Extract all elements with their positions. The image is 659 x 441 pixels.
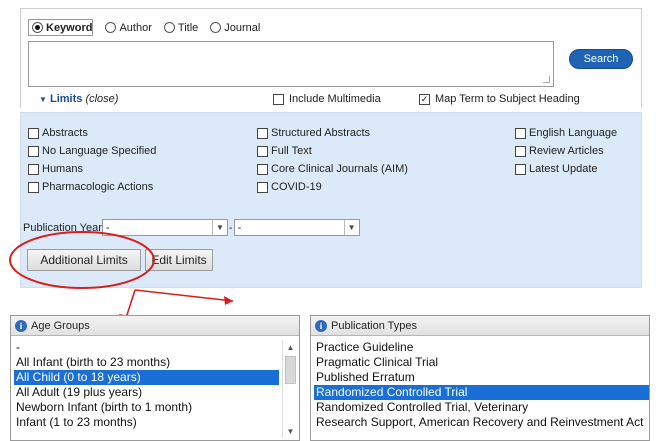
list-item[interactable]: All Adult (19 plus years) <box>14 385 279 400</box>
scroll-down-icon[interactable]: ▼ <box>283 424 298 438</box>
list-item[interactable]: Published Erratum <box>314 370 649 385</box>
list-item[interactable]: All Infant (birth to 23 months) <box>14 355 279 370</box>
age-groups-scrollbar[interactable]: ▲ ▼ <box>282 340 297 438</box>
scroll-thumb[interactable] <box>285 356 296 384</box>
info-icon[interactable]: i <box>15 319 27 332</box>
age-groups-header: i Age Groups <box>11 316 299 336</box>
list-item[interactable]: Newborn Infant (birth to 1 month) <box>14 400 279 415</box>
info-icon[interactable]: i <box>315 319 327 332</box>
age-groups-box: i Age Groups - All Infant (birth to 23 m… <box>10 315 300 441</box>
publication-types-title: Publication Types <box>331 319 418 332</box>
list-item[interactable]: Pragmatic Clinical Trial <box>314 355 649 370</box>
list-item[interactable]: Randomized Controlled Trial, Veterinary <box>314 400 649 415</box>
list-item[interactable]: Research Support, American Recovery and … <box>314 415 649 430</box>
list-item[interactable]: Practice Guideline <box>314 340 649 355</box>
list-item-selected[interactable]: All Child (0 to 18 years) <box>14 370 279 385</box>
publication-types-header: i Publication Types <box>311 316 649 336</box>
publication-types-box: i Publication Types Practice Guideline P… <box>310 315 650 441</box>
list-item[interactable]: Infant (1 to 23 months) <box>14 415 279 430</box>
publication-types-list[interactable]: Practice Guideline Pragmatic Clinical Tr… <box>314 340 649 430</box>
list-item-selected[interactable]: Randomized Controlled Trial <box>314 385 649 400</box>
age-groups-list[interactable]: - All Infant (birth to 23 months) All Ch… <box>14 340 279 430</box>
annotation-arrowhead-1 <box>224 296 233 305</box>
age-groups-title: Age Groups <box>31 319 90 332</box>
annotation-circle <box>9 231 155 289</box>
scroll-up-icon[interactable]: ▲ <box>283 340 298 354</box>
annotation-arrow-line-1 <box>134 289 234 302</box>
list-item[interactable]: - <box>14 340 279 355</box>
